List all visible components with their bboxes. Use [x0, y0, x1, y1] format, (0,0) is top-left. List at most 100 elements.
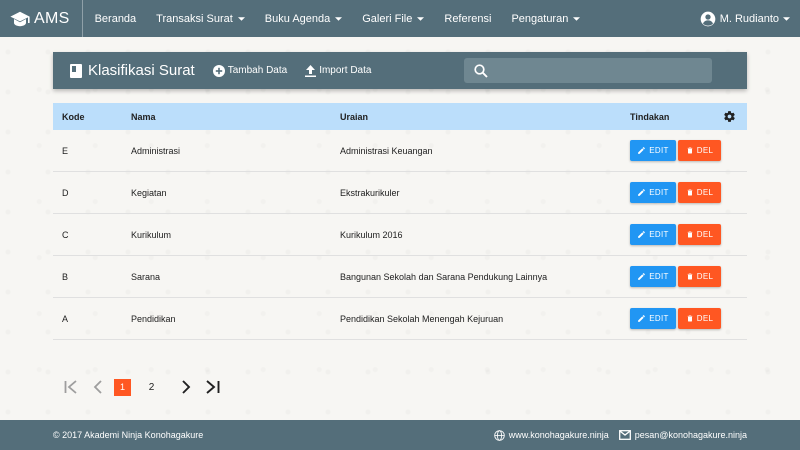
top-navbar: AMS Beranda Transaksi Surat Buku Agenda Gal… [0, 0, 800, 37]
add-data-button[interactable]: Tambah Data [212, 64, 288, 77]
brand[interactable]: AMS [0, 0, 83, 37]
book-icon [70, 63, 82, 78]
row-actions: EDIT DEL [630, 266, 721, 287]
pencil-icon [637, 188, 646, 197]
edit-button[interactable]: EDIT [630, 308, 676, 329]
pencil-icon [637, 230, 646, 239]
table-row: B Sarana Bangunan Sekolah dan Sarana Pendu… [53, 256, 747, 298]
caret-down-icon [573, 16, 581, 21]
delete-button[interactable]: DEL [678, 266, 721, 287]
caret-down-icon [783, 16, 790, 21]
trash-icon [686, 230, 694, 239]
user-name: M. Rudianto [719, 12, 779, 25]
caret-down-icon [237, 16, 245, 21]
copyright-text: © 2017 Akademi Ninja Konohagakure [53, 430, 204, 440]
delete-button[interactable]: DEL [678, 182, 721, 203]
edit-label: EDIT [649, 188, 669, 197]
search-box [464, 58, 712, 83]
cell-nama: Kegiatan [131, 187, 167, 198]
pencil-icon [637, 146, 646, 155]
nav-item-referensi[interactable]: Referensi [434, 0, 501, 37]
graduation-cap-icon [10, 11, 30, 27]
edit-button[interactable]: EDIT [630, 140, 676, 161]
mail-icon [618, 430, 631, 440]
delete-button[interactable]: DEL [678, 308, 721, 329]
column-header-uraian: Uraian [340, 111, 369, 122]
next-page-icon[interactable] [176, 377, 196, 397]
gear-icon[interactable] [723, 110, 736, 123]
account-circle-icon [700, 11, 716, 27]
delete-button[interactable]: DEL [678, 224, 721, 245]
cell-uraian: Ekstrakurikuler [340, 187, 400, 198]
page-title: Klasifikasi Surat [88, 62, 195, 79]
website-link[interactable]: www.konohagakure.ninja [493, 429, 609, 441]
first-page-icon[interactable] [62, 377, 82, 397]
page-1-current[interactable]: 1 [114, 378, 131, 396]
nav-item-transaksi-surat[interactable]: Transaksi Surat [146, 0, 255, 37]
pencil-icon [637, 314, 646, 323]
column-header-tindakan: Tindakan [630, 111, 670, 122]
nav-item-beranda[interactable]: Beranda [85, 0, 147, 37]
trash-icon [686, 188, 694, 197]
delete-label: DEL [696, 314, 714, 323]
nav-item-galeri-file[interactable]: Galeri File [352, 0, 434, 37]
nav-item-label: Pengaturan [511, 12, 569, 25]
delete-label: DEL [696, 188, 714, 197]
email-text: pesan@konohagakure.ninja [634, 430, 747, 440]
row-actions: EDIT DEL [630, 182, 721, 203]
edit-button[interactable]: EDIT [630, 266, 676, 287]
page-2[interactable]: 2 [143, 377, 160, 397]
delete-label: DEL [696, 272, 714, 281]
edit-label: EDIT [649, 272, 669, 281]
cell-kode: D [62, 187, 69, 198]
nav-item-pengaturan[interactable]: Pengaturan [501, 0, 590, 37]
last-page-icon[interactable] [202, 377, 222, 397]
add-circle-icon [212, 64, 225, 77]
cell-nama: Kurikulum [131, 229, 172, 240]
nav-item-label: Buku Agenda [264, 12, 331, 25]
nav-item-label: Referensi [444, 12, 492, 25]
cell-kode: A [62, 313, 69, 324]
email-link[interactable]: pesan@konohagakure.ninja [618, 430, 747, 440]
upload-icon [305, 64, 317, 77]
import-data-button[interactable]: Import Data [305, 64, 372, 77]
add-data-label: Tambah Data [227, 65, 288, 76]
search-input[interactable] [494, 64, 694, 77]
cell-uraian: Administrasi Keuangan [340, 145, 433, 156]
user-menu[interactable]: M. Rudianto [700, 11, 800, 27]
edit-label: EDIT [649, 314, 669, 323]
footer: © 2017 Akademi Ninja Konohagakure www.ko… [0, 420, 800, 450]
cell-uraian: Kurikulum 2016 [340, 229, 403, 240]
edit-button[interactable]: EDIT [630, 182, 676, 203]
caret-down-icon [417, 16, 425, 21]
delete-label: DEL [696, 146, 714, 155]
edit-label: EDIT [649, 146, 669, 155]
pencil-icon [637, 272, 646, 281]
cell-uraian: Pendidikan Sekolah Menengah Kejuruan [340, 313, 504, 324]
cell-kode: E [62, 145, 69, 156]
website-text: www.konohagakure.ninja [508, 430, 609, 440]
import-data-label: Import Data [319, 65, 372, 76]
row-actions: EDIT DEL [630, 308, 721, 329]
column-header-nama: Nama [131, 111, 156, 122]
cell-uraian: Bangunan Sekolah dan Sarana Pendukung La… [340, 271, 548, 282]
cell-nama: Pendidikan [131, 313, 176, 324]
delete-label: DEL [696, 230, 714, 239]
classification-table: Kode Nama Uraian Tindakan E Administrasi A… [53, 103, 747, 340]
trash-icon [686, 146, 694, 155]
trash-icon [686, 272, 694, 281]
previous-page-icon[interactable] [88, 377, 108, 397]
table-row: D Kegiatan Ekstrakurikuler EDIT DEL [53, 172, 747, 214]
search-icon [474, 63, 488, 78]
table-header: Kode Nama Uraian Tindakan [53, 103, 747, 130]
cell-kode: C [62, 229, 69, 240]
edit-button[interactable]: EDIT [630, 224, 676, 245]
nav-item-label: Beranda [94, 12, 137, 25]
table-row: C Kurikulum Kurikulum 2016 EDIT DEL [53, 214, 747, 256]
column-header-kode: Kode [62, 111, 85, 122]
pagination: 1 2 [62, 377, 222, 397]
nav-item-buku-agenda[interactable]: Buku Agenda [255, 0, 352, 37]
delete-button[interactable]: DEL [678, 140, 721, 161]
row-actions: EDIT DEL [630, 224, 721, 245]
cell-nama: Sarana [131, 271, 161, 282]
